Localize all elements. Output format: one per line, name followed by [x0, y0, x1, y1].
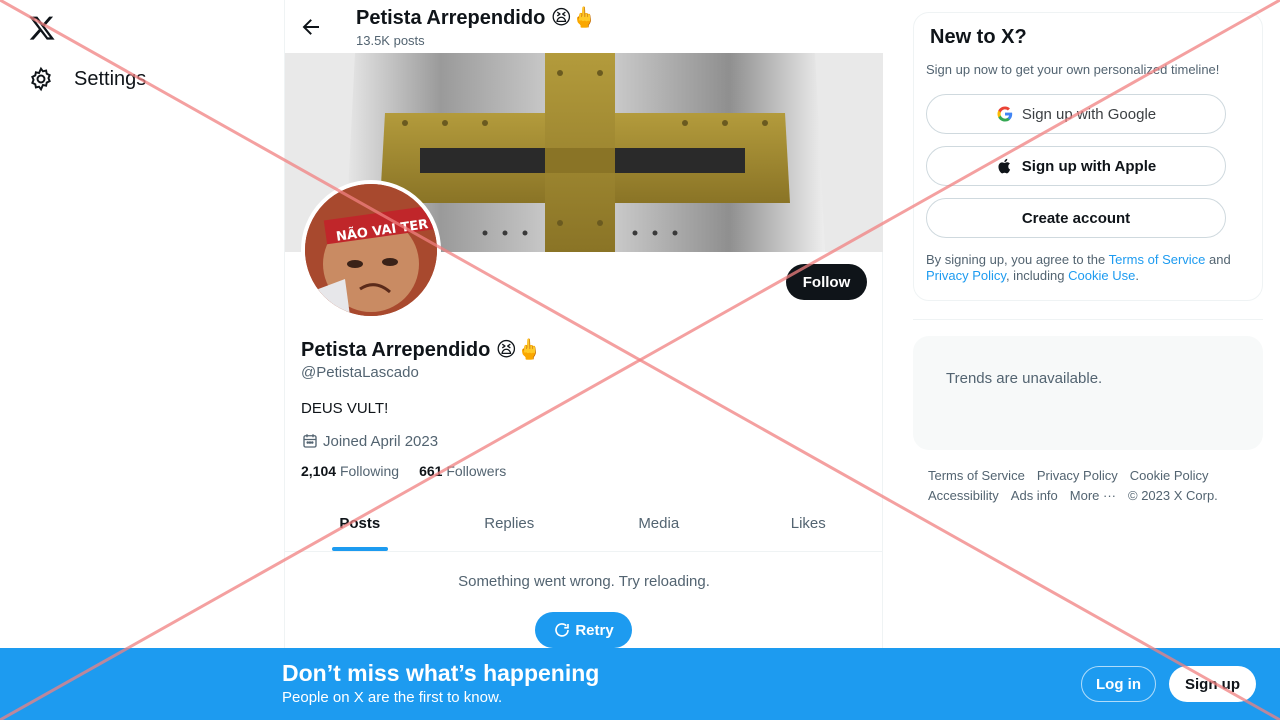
tab-replies-label: Replies: [484, 515, 535, 532]
footer-accessibility-link[interactable]: Accessibility: [928, 486, 999, 506]
bottom-bar-title: Don’t miss what’s happening: [282, 660, 600, 686]
header-post-count: 13.5K posts: [356, 33, 425, 48]
left-nav: Settings: [0, 0, 284, 720]
sidebar-divider: [913, 319, 1263, 320]
footer-terms-link[interactable]: Terms of Service: [928, 466, 1025, 486]
legal-and: and: [1205, 252, 1231, 267]
tab-posts[interactable]: Posts: [285, 500, 435, 551]
tab-likes-label: Likes: [790, 515, 826, 532]
trends-card: Trends are unavailable.: [913, 336, 1263, 450]
footer-cookie-link[interactable]: Cookie Policy: [1130, 466, 1209, 486]
footer-ads-info-link[interactable]: Ads info: [1011, 486, 1058, 506]
legal-end: .: [1135, 268, 1139, 283]
followers-count: 661: [419, 463, 443, 479]
tab-media-label: Media: [638, 515, 680, 532]
footer-more-link[interactable]: More ···: [1070, 486, 1116, 506]
active-tab-indicator: [331, 547, 388, 551]
create-account-button[interactable]: Create account: [926, 198, 1226, 238]
nav-settings[interactable]: Settings: [28, 66, 146, 92]
following-count: 2,104: [301, 463, 337, 479]
profile-handle: @PetistaLascado: [301, 364, 419, 381]
signup-button[interactable]: Sign up: [1169, 666, 1256, 702]
footer-copyright: © 2023 X Corp.: [1128, 488, 1218, 503]
profile-joined: Joined April 2023: [301, 432, 438, 450]
joined-date: Joined April 2023: [323, 432, 439, 450]
login-button[interactable]: Log in: [1081, 666, 1156, 702]
following-label: Following: [339, 463, 400, 479]
tab-likes[interactable]: Likes: [734, 500, 884, 551]
apple-icon: [998, 158, 1010, 174]
avatar-photo: NÃO VAI TER G: [305, 184, 437, 316]
profile-bio: DEUS VULT!: [301, 400, 389, 417]
legal-including: , including: [1005, 268, 1069, 283]
trends-unavailable-text: Trends are unavailable.: [946, 370, 1103, 387]
terms-of-service-link[interactable]: Terms of Service: [1109, 252, 1206, 267]
create-account-label: Create account: [1021, 209, 1131, 227]
calendar-icon: [303, 434, 317, 448]
follow-stats: 2,104 Following 661 Followers: [301, 463, 526, 479]
settings-label: Settings: [74, 67, 147, 90]
feed-error-message: Something went wrong. Try reloading.: [458, 573, 710, 590]
legal-prefix: By signing up, you agree to the: [926, 252, 1109, 267]
header-display-name: Petista Arrependido 😫🖕: [356, 7, 597, 29]
profile-display-name: Petista Arrependido 😫🖕: [301, 339, 542, 361]
follow-button[interactable]: Follow: [786, 264, 867, 300]
tab-posts-label: Posts: [339, 515, 381, 532]
signup-legal-text: By signing up, you agree to the Terms of…: [926, 252, 1246, 284]
back-arrow-icon[interactable]: [299, 15, 323, 39]
google-signup-button[interactable]: Sign up with Google: [926, 94, 1226, 134]
profile-avatar[interactable]: NÃO VAI TER G: [301, 180, 441, 320]
x-logo-icon[interactable]: [28, 14, 56, 42]
profile-tabs: Posts Replies Media Likes: [285, 500, 883, 552]
profile-header-bar: Petista Arrependido 😫🖕 13.5K posts: [285, 0, 883, 53]
refresh-icon: [555, 623, 570, 637]
bottom-bar-subtitle: People on X are the first to know.: [282, 689, 503, 706]
retry-button[interactable]: Retry: [535, 612, 632, 648]
signup-title: New to X?: [930, 26, 1027, 48]
apple-signup-button[interactable]: Sign up with Apple: [926, 146, 1226, 186]
gear-icon: [31, 66, 51, 92]
following-link[interactable]: 2,104 Following: [301, 463, 399, 479]
google-signup-label: Sign up with Google: [1021, 105, 1157, 123]
tab-media[interactable]: Media: [584, 500, 734, 551]
bottom-signup-bar: Don’t miss what’s happening People on X …: [0, 648, 1280, 720]
followers-link[interactable]: 661 Followers: [419, 463, 506, 479]
footer-privacy-link[interactable]: Privacy Policy: [1037, 466, 1118, 486]
apple-signup-label: Sign up with Apple: [1021, 157, 1157, 175]
cookie-use-link[interactable]: Cookie Use: [1068, 268, 1135, 283]
privacy-policy-link[interactable]: Privacy Policy: [926, 268, 1006, 283]
retry-label: Retry: [575, 621, 614, 639]
signup-subtitle: Sign up now to get your own personalized…: [926, 62, 1220, 77]
google-icon: [997, 106, 1013, 122]
signup-card: New to X? Sign up now to get your own pe…: [913, 12, 1263, 301]
profile-column: Petista Arrependido 😫🖕 13.5K posts NÃO V…: [284, 0, 883, 720]
tab-replies[interactable]: Replies: [435, 500, 585, 551]
footer-links: Terms of Service Privacy Policy Cookie Pol…: [928, 466, 1258, 506]
followers-label: Followers: [446, 463, 507, 479]
